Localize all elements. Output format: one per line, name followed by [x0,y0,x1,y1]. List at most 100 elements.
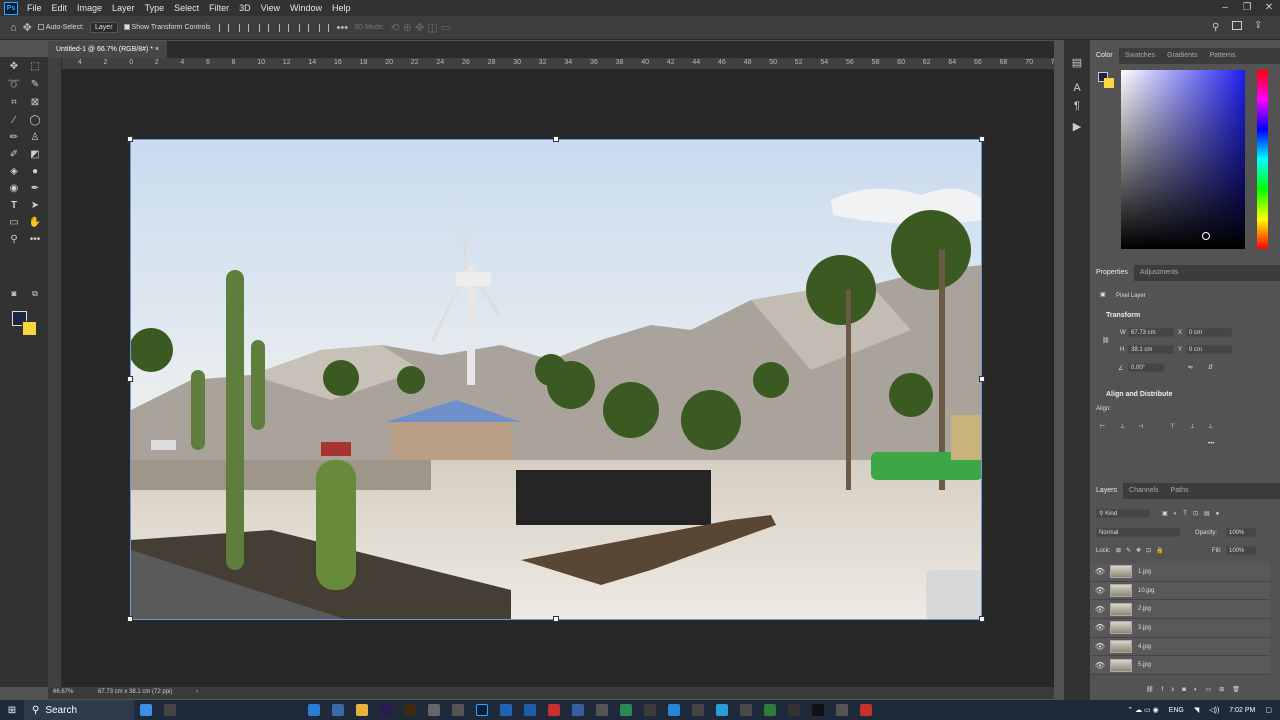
layer-actions-bar[interactable]: ⛓fx◙◐▭⊞🗑 [1146,686,1248,693]
close-tab-icon[interactable]: × [155,46,159,53]
spot-heal-tool-icon[interactable]: ◯ [27,113,43,129]
lasso-tool-icon[interactable]: ➰ [6,77,22,93]
taskbar-app-icon[interactable] [836,704,848,716]
more-options-icon[interactable]: ••• [337,22,349,34]
quick-mask-icon[interactable]: ◙ [6,286,22,302]
transform-handle[interactable] [127,616,133,622]
link-icon[interactable]: ⛓ [1102,337,1110,344]
flip-horizontal-icon[interactable]: ⇋ [1188,364,1193,371]
auto-select-checkbox[interactable] [37,24,44,31]
height-field[interactable]: 38.1 cm [1128,345,1174,354]
crop-tool-icon[interactable]: ⌗ [6,95,22,111]
pen-tool-icon[interactable]: ✒ [27,181,43,197]
layer-row[interactable]: 👁 4.jpg [1090,637,1270,657]
menu-image[interactable]: Image [72,0,107,16]
minimize-button[interactable]: – [1214,0,1236,16]
status-menu-icon[interactable]: › [196,689,198,695]
auto-select-dropdown[interactable]: Layer [90,22,118,33]
fill-field[interactable]: 100% [1226,546,1256,555]
taskbar-app-icon[interactable] [644,704,656,716]
menu-filter[interactable]: Filter [204,0,234,16]
transform-controls-checkbox[interactable] [123,24,130,31]
start-button[interactable]: ⊞ [0,700,24,720]
layer-row[interactable]: 👁 3.jpg [1090,619,1270,638]
opacity-field[interactable]: 100% [1226,528,1256,537]
layer-row[interactable]: 👁 2.jpg [1090,600,1270,620]
brush-tool-icon[interactable]: ✏ [6,130,22,146]
paint-bucket-tool-icon[interactable]: ◈ [6,164,22,180]
clock[interactable]: 7:02 PM [1229,707,1255,714]
move-tool-icon[interactable]: ✥ [6,59,22,75]
notifications-icon[interactable]: ▢ [1265,706,1272,714]
visibility-eye-icon[interactable]: 👁 [1090,586,1110,595]
tab-swatches[interactable]: Swatches [1119,48,1161,64]
actions-play-icon[interactable]: ▶ [1070,120,1084,134]
acrobat-icon[interactable] [548,704,560,716]
paragraph-icon[interactable]: ¶ [1070,100,1084,114]
transform-handle[interactable] [127,376,133,382]
tab-adjustments[interactable]: Adjustments [1134,265,1185,281]
chrome-icon[interactable] [764,704,776,716]
flip-vertical-icon[interactable]: ⇵ [1208,364,1213,371]
telegram-icon[interactable] [716,704,728,716]
path-select-tool-icon[interactable]: ➤ [27,198,43,214]
zoom-level[interactable]: 66.67% [53,689,73,695]
transform-handle[interactable] [979,616,985,622]
hue-slider[interactable] [1257,70,1268,249]
taskbar-app-icon[interactable] [524,704,536,716]
task-view-icon[interactable] [164,704,176,716]
transform-controls-toggle[interactable]: Show Transform Controls [123,24,211,31]
menu-file[interactable]: File [22,0,47,16]
taskbar-app-icon[interactable] [692,704,704,716]
quick-select-tool-icon[interactable]: ✎ [27,77,43,93]
dodge-tool-icon[interactable]: ◉ [6,181,22,197]
layer-row[interactable]: 👁 5.jpg [1090,656,1270,676]
type-tool-icon[interactable]: T [6,198,22,214]
transform-handle[interactable] [553,616,559,622]
more-align-options-icon[interactable]: ••• [1208,441,1214,447]
taskbar-app-icon[interactable] [596,704,608,716]
frame-tool-icon[interactable]: ⊠ [27,95,43,111]
color-picker-cursor[interactable] [1202,232,1210,240]
edge-icon[interactable] [308,704,320,716]
edit-toolbar-icon[interactable]: ••• [27,232,43,248]
color-field[interactable] [1121,70,1245,249]
tab-properties[interactable]: Properties [1090,265,1134,281]
workspace-icon[interactable] [1232,21,1242,30]
illustrator-icon[interactable] [404,704,416,716]
auto-select-toggle[interactable]: Auto-Select: [37,24,84,31]
restore-button[interactable]: ❐ [1236,0,1258,16]
taskbar-app-icon[interactable] [572,704,584,716]
align-top-edges-icon[interactable]: ⊤ [1170,423,1175,430]
network-icon[interactable]: ◥ [1194,706,1199,714]
history-brush-tool-icon[interactable]: ✐ [6,147,22,163]
align-right-edges-icon[interactable]: ⊣ [1138,423,1143,430]
tab-channels[interactable]: Channels [1123,483,1165,499]
align-center-icon[interactable] [238,23,249,32]
color-background-swatch[interactable] [1104,78,1114,88]
y-field[interactable]: 0 cm [1186,345,1232,354]
taskbar-app-icon[interactable] [788,704,800,716]
taskbar-app-icon[interactable] [620,704,632,716]
eraser-tool-icon[interactable]: ◩ [27,147,43,163]
blend-mode-select[interactable]: Normal [1096,528,1180,537]
menu-type[interactable]: Type [140,0,170,16]
document-image[interactable] [130,139,982,620]
align-left-edges-icon[interactable]: ⊢ [1100,423,1105,430]
eyedropper-tool-icon[interactable]: ⁄ [6,113,22,129]
marquee-tool-icon[interactable]: ⬚ [27,59,43,75]
menu-help[interactable]: Help [327,0,356,16]
close-button[interactable]: ✕ [1258,0,1280,16]
menu-select[interactable]: Select [169,0,204,16]
menu-window[interactable]: Window [285,0,327,16]
transform-handle[interactable] [127,136,133,142]
menu-layer[interactable]: Layer [107,0,140,16]
language-indicator[interactable]: ENG [1169,707,1184,714]
align-bottom-edges-icon[interactable]: ⊥ [1208,423,1213,430]
visibility-eye-icon[interactable]: 👁 [1090,567,1110,576]
angle-field[interactable]: 0.00° [1128,363,1164,372]
zoom-tool-icon[interactable]: ⚲ [6,232,22,248]
align-vertical-centers-icon[interactable]: ⊥ [1190,423,1195,430]
transform-handle[interactable] [979,136,985,142]
tab-color[interactable]: Color [1090,48,1119,64]
